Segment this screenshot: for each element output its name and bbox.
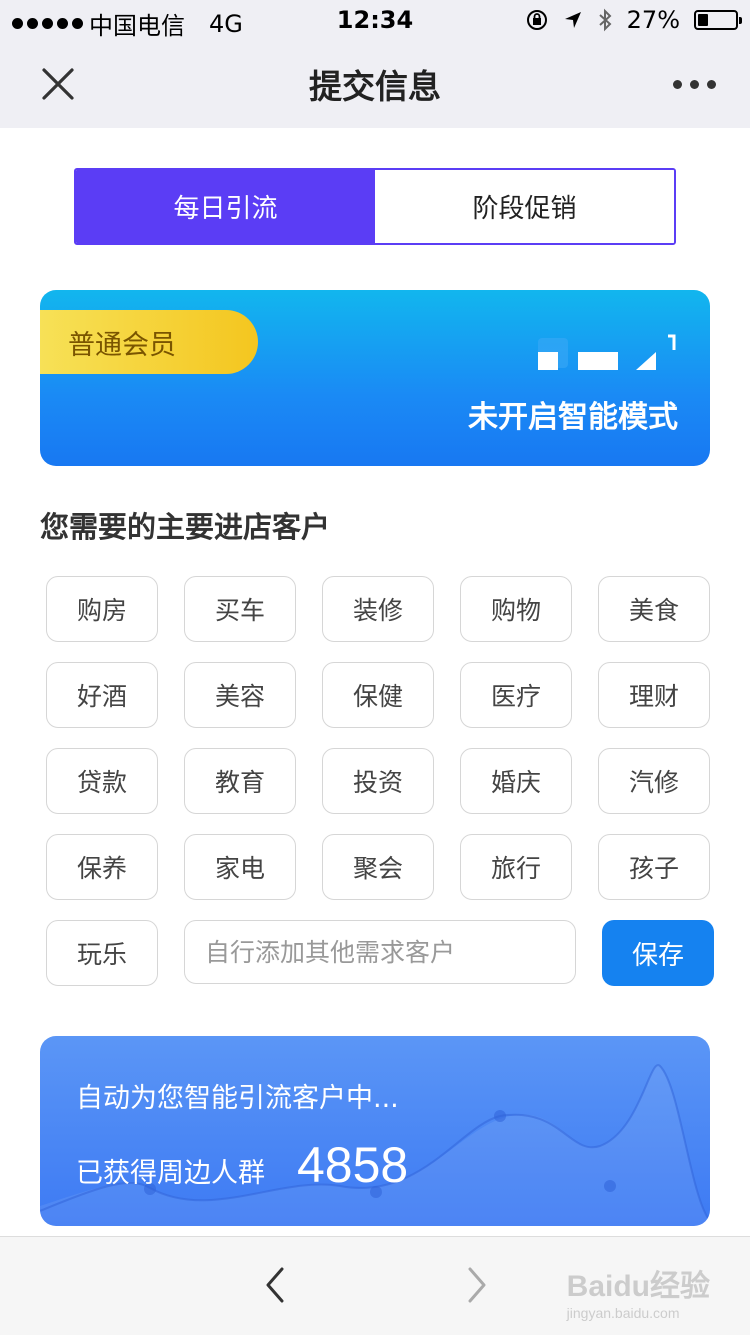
member-badge: 普通会员 [40,310,258,374]
chip-item[interactable]: 家电 [184,834,296,900]
chip-item[interactable]: 保养 [46,834,158,900]
chip-item[interactable]: 购物 [460,576,572,642]
battery-percent: 27% [626,6,680,34]
chip-item[interactable]: 好酒 [46,662,158,728]
chip-item[interactable]: 贷款 [46,748,158,814]
chip-item[interactable]: 聚会 [322,834,434,900]
page-title: 提交信息 [309,67,441,106]
location-icon [564,12,581,28]
chip-item[interactable]: 美容 [184,662,296,728]
chip-item[interactable]: 美食 [598,576,710,642]
wave-decoration [40,1064,710,1226]
chip-item[interactable]: 孩子 [598,834,710,900]
back-arrow-icon[interactable] [260,1265,290,1305]
member-card: 普通会员 未开启智能模式 [40,290,710,466]
chip-item[interactable]: 教育 [184,748,296,814]
audience-count-row: 已获得周边人群 4858 [76,1136,408,1194]
watermark-sub: jingyan.baidu.com [566,1305,680,1321]
custom-customer-input[interactable] [184,920,576,984]
smart-mode-toggle-icon[interactable] [518,328,678,378]
section-title: 您需要的主要进店客户 [40,510,331,544]
smart-mode-status: 未开启智能模式 [468,400,678,435]
chip-item[interactable]: 买车 [184,576,296,642]
chip-item[interactable]: 保健 [322,662,434,728]
forward-arrow-icon[interactable] [462,1265,492,1305]
tab-stage-promotion[interactable]: 阶段促销 [375,170,674,243]
watermark-text: Baidu经验 [566,1270,710,1303]
chip-item[interactable]: 装修 [322,576,434,642]
audience-count-label: 已获得周边人群 [76,1158,265,1189]
status-right: 27% [525,6,742,34]
tab-daily-traffic[interactable]: 每日引流 [76,170,375,243]
chip-item[interactable]: 投资 [322,748,434,814]
chip-item[interactable]: 玩乐 [46,920,158,986]
more-icon[interactable] [673,80,716,89]
browser-toolbar: Baidu经验 jingyan.baidu.com [0,1236,750,1335]
navigation-bar: 提交信息 [0,40,750,128]
battery-icon [694,10,742,30]
mode-tabs: 每日引流 阶段促销 [74,168,676,245]
orientation-lock-icon [526,10,547,30]
chip-item[interactable]: 理财 [598,662,710,728]
audience-count-value: 4858 [297,1137,409,1193]
traffic-status-text: 自动为您智能引流客户中... [76,1083,399,1114]
traffic-stats-card: 自动为您智能引流客户中... 已获得周边人群 4858 [40,1036,710,1226]
chip-item[interactable]: 汽修 [598,748,710,814]
chip-item[interactable]: 购房 [46,576,158,642]
chip-item[interactable]: 婚庆 [460,748,572,814]
bluetooth-icon [598,8,612,32]
save-button[interactable]: 保存 [602,920,714,986]
status-bar: 中国电信 4G 12:34 27% [0,0,750,40]
chip-item[interactable]: 医疗 [460,662,572,728]
baidu-watermark: Baidu经验 jingyan.baidu.com [567,1261,710,1321]
chip-item[interactable]: 旅行 [460,834,572,900]
